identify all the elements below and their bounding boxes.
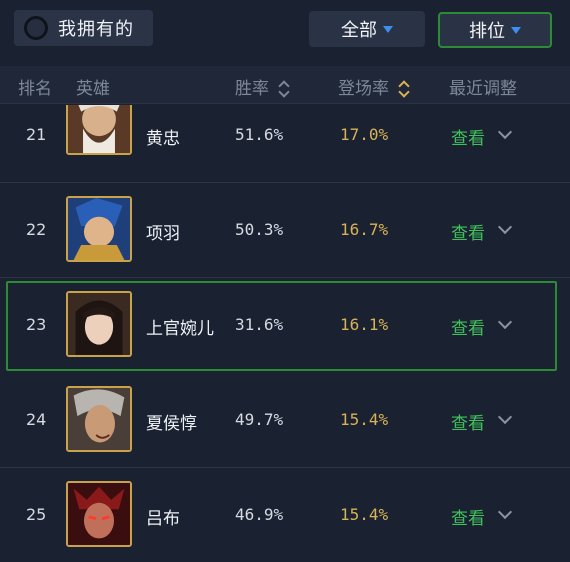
- table-row[interactable]: 22 项羽 50.3% 16.7% 查看: [0, 184, 570, 278]
- hero-list: 21 黄忠 51.6% 17.0% 查看 22 项羽 50.3% 16.7% 查…: [0, 105, 570, 562]
- chevron-down-icon[interactable]: [497, 504, 513, 520]
- caret-down-icon: [383, 25, 393, 33]
- chevron-down-icon[interactable]: [497, 314, 513, 330]
- chevron-down-icon[interactable]: [497, 124, 513, 140]
- view-button[interactable]: 查看: [451, 124, 485, 149]
- win-rate: 50.3%: [235, 220, 284, 239]
- chevron-down-icon[interactable]: [497, 219, 513, 235]
- table-row[interactable]: 21 黄忠 51.6% 17.0% 查看: [0, 105, 570, 183]
- hero-name: 上官婉儿: [146, 319, 214, 339]
- mode-dropdown-label: 排位: [469, 21, 505, 42]
- view-button[interactable]: 查看: [451, 219, 485, 244]
- hero-avatar: [66, 291, 132, 357]
- row-rank: 22: [26, 220, 47, 239]
- caret-down-icon: [511, 26, 521, 34]
- hero-name: 夏侯惇: [146, 414, 197, 434]
- row-rank: 25: [26, 505, 47, 524]
- header-win-rate-sort[interactable]: 胜率: [235, 74, 291, 99]
- header-hero: 英雄: [76, 79, 110, 99]
- win-rate: 49.7%: [235, 410, 284, 429]
- mode-dropdown[interactable]: 排位: [438, 12, 552, 48]
- category-dropdown[interactable]: 全部: [309, 11, 425, 47]
- appearance-rate: 15.4%: [340, 410, 389, 429]
- view-button[interactable]: 查看: [451, 314, 485, 339]
- hero-name: 项羽: [146, 224, 180, 244]
- appearance-rate: 16.7%: [340, 220, 389, 239]
- win-rate: 46.9%: [235, 505, 284, 524]
- header-appearance-rate-sort[interactable]: 登场率: [338, 74, 411, 99]
- hero-name: 黄忠: [146, 129, 180, 149]
- appearance-rate: 17.0%: [340, 125, 389, 144]
- row-rank: 23: [26, 315, 47, 334]
- hero-avatar: [66, 105, 132, 155]
- top-bar: 我拥有的 全部 排位: [0, 0, 570, 66]
- header-win-rate: 胜率: [235, 79, 269, 99]
- row-rank: 24: [26, 410, 47, 429]
- header-recent-adjust: 最近调整: [449, 79, 517, 99]
- view-button[interactable]: 查看: [451, 504, 485, 529]
- hero-avatar: [66, 481, 132, 547]
- hero-name: 吕布: [146, 509, 180, 529]
- header-rank: 排名: [18, 79, 52, 99]
- table-row[interactable]: 24 夏侯惇 49.7% 15.4% 查看: [0, 374, 570, 468]
- hero-avatar: [66, 196, 132, 262]
- category-dropdown-label: 全部: [341, 20, 377, 41]
- appearance-rate: 16.1%: [340, 315, 389, 334]
- chevron-down-icon[interactable]: [497, 409, 513, 425]
- header-appearance-rate: 登场率: [338, 79, 389, 99]
- hero-avatar: [66, 386, 132, 452]
- win-rate: 51.6%: [235, 125, 284, 144]
- owned-filter-label: 我拥有的: [58, 19, 134, 40]
- table-row-highlighted[interactable]: 23 上官婉儿 31.6% 16.1% 查看: [6, 281, 557, 371]
- sort-active-icon[interactable]: [398, 80, 411, 98]
- view-button[interactable]: 查看: [451, 409, 485, 434]
- table-header: 排名 英雄 胜率 登场率 最近调整: [0, 66, 570, 104]
- owned-filter-toggle[interactable]: 我拥有的: [14, 10, 153, 46]
- appearance-rate: 15.4%: [340, 505, 389, 524]
- table-row[interactable]: 25 吕布 46.9% 15.4% 查看: [0, 469, 570, 562]
- win-rate: 31.6%: [235, 315, 284, 334]
- sort-icon[interactable]: [278, 80, 291, 98]
- radio-circle-icon[interactable]: [24, 16, 48, 40]
- row-rank: 21: [26, 125, 47, 144]
